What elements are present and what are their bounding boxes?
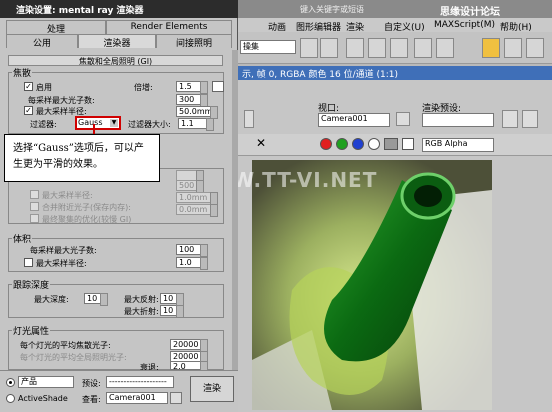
render-button[interactable]: 渲染 [190, 376, 234, 402]
rollout-caustics-gi[interactable]: 焦散和全局照明 (GI) [8, 55, 223, 66]
caustics-max-photons-spinner[interactable]: 300 [176, 94, 208, 107]
caustics-enable-label: 启用 [36, 83, 52, 92]
gi-merge-label: 合并附近光子(保存内存): [42, 203, 131, 212]
channel-dropdown[interactable]: RGB Alpha [422, 138, 494, 152]
tab-row-2: 公用 渲染器 间接照明 [0, 34, 238, 49]
render-frame-menu [244, 84, 544, 92]
volume-max-photons-label: 每采样最大光子数: [30, 246, 97, 255]
select-icon[interactable] [300, 38, 318, 58]
max-depth-label: 最大深度: [34, 295, 69, 304]
volume-max-photons-spinner[interactable]: 100 [176, 244, 208, 257]
volume-group-label: 体积 [12, 232, 33, 245]
dialog-title: 渲染设置: mental ray 渲染器 [0, 0, 238, 18]
view-dropdown[interactable]: Camera001 [106, 392, 168, 404]
caustics-max-radius-spinner[interactable]: 50.0mm [176, 106, 218, 119]
caustics-max-photons-label: 每采样最大光子数: [28, 96, 95, 105]
preset-label: 预设: [82, 379, 101, 388]
area-icon[interactable] [244, 110, 254, 128]
menu-maxscript[interactable]: MAXScript(M) [434, 20, 495, 30]
view-label: 查看: [82, 395, 101, 404]
render-preset-dropdown[interactable] [422, 113, 494, 127]
lock-icon[interactable] [396, 112, 410, 126]
activeshade-radio[interactable] [6, 394, 15, 403]
tab-row-1: 处理 Render Elements [0, 20, 238, 35]
max-reflections-label: 最大反射: [124, 295, 159, 304]
filter-size-label: 过滤器大小: [128, 120, 171, 129]
volume-max-radius-label: 最大采样半径: [36, 259, 87, 268]
tab-indirect-illumination[interactable]: 间接照明 [156, 34, 232, 49]
environment-icon[interactable] [522, 110, 538, 128]
gi-merge-spinner[interactable]: 1.0mm [176, 192, 218, 205]
light-properties-group-label: 灯光属性 [12, 324, 51, 337]
search-hint[interactable]: 键入关键字或短语 [300, 4, 364, 15]
production-dropdown[interactable]: 产品 [18, 376, 74, 388]
viewport-dropdown[interactable]: Camera001 [318, 113, 390, 127]
quick-render-icon[interactable] [526, 38, 544, 58]
caustic-photons-label: 每个灯光的平均焦散光子: [20, 341, 111, 350]
filter-size-spinner[interactable]: 1.1 [178, 118, 214, 131]
caustics-enable-checkbox[interactable]: ✓ [24, 82, 33, 91]
mirror-icon[interactable] [320, 38, 338, 58]
red-channel-icon[interactable] [320, 138, 332, 150]
production-radio[interactable] [6, 378, 15, 387]
selection-set-dropdown[interactable]: 操集 [240, 40, 296, 54]
align-icon[interactable] [346, 38, 364, 58]
filter-label: 过滤器: [30, 120, 57, 129]
render-frame-icon[interactable] [504, 38, 522, 58]
rendered-image [252, 160, 492, 410]
trace-depth-group-label: 跟踪深度 [12, 278, 51, 291]
preset-dropdown[interactable]: -------------------- [106, 376, 174, 388]
tab-processing[interactable]: 处理 [6, 20, 106, 35]
schematic-icon[interactable] [414, 38, 432, 58]
render-setup-icon[interactable] [502, 110, 518, 128]
max-depth-spinner[interactable]: 10 [84, 293, 108, 306]
chevron-down-icon[interactable]: ▼ [110, 119, 118, 127]
activeshade-label: ActiveShade [18, 394, 68, 403]
gi-max-radius-spinner[interactable]: 500 [176, 180, 204, 193]
tab-render-elements[interactable]: Render Elements [106, 20, 232, 34]
tab-common[interactable]: 公用 [6, 34, 78, 49]
gi-max-radius-label: 最大采样半径: [42, 191, 93, 200]
volume-max-radius-spinner[interactable]: 1.0 [176, 257, 208, 270]
max-menubar: 动画 图形编辑器 渲染 自定义(U) MAXScript(M) 帮助(H) [238, 18, 552, 33]
gi-max-radius-checkbox[interactable] [30, 190, 39, 199]
max-refractions-spinner[interactable]: 10 [160, 305, 184, 318]
caustics-max-radius-checkbox[interactable]: ✓ [24, 106, 33, 115]
gi-photons-label: 每个灯光的平均全局照明光子: [20, 353, 127, 362]
tutorial-callout: 选择“Gauss”选项后，可以产生更为平滑的效果。 [4, 134, 160, 182]
decay-spinner[interactable]: 2.0 [170, 361, 208, 374]
gi-merge-checkbox[interactable] [30, 202, 39, 211]
material-editor-icon[interactable] [436, 38, 454, 58]
render-setup-icon[interactable] [482, 38, 500, 58]
close-icon[interactable]: ✕ [256, 136, 266, 150]
gi-final-gather-checkbox[interactable] [30, 214, 39, 223]
dialog-scrollbar[interactable] [232, 50, 238, 370]
mono-icon[interactable] [384, 138, 398, 150]
layer-icon[interactable] [368, 38, 386, 58]
caustics-color-swatch[interactable] [212, 81, 224, 92]
caustics-group-label: 焦散 [12, 66, 33, 79]
render-frame-title: 示, 帧 0, RGBA 颜色 16 位/通道 (1:1) [238, 66, 552, 80]
gi-final-gather-label: 最终聚集的优化(较慢 GI) [42, 215, 132, 224]
max-refractions-label: 最大折射: [124, 307, 159, 316]
caustic-photons-spinner[interactable]: 20000 [170, 339, 208, 352]
gi-final-gather-spinner[interactable]: 0.0mm [176, 204, 218, 217]
green-channel-icon[interactable] [336, 138, 348, 150]
multiplier-spinner[interactable]: 1.5 [176, 81, 208, 94]
multiplier-label: 倍增: [134, 83, 153, 92]
blue-channel-icon[interactable] [352, 138, 364, 150]
clear-icon[interactable] [402, 138, 414, 150]
lock-view-icon[interactable] [170, 392, 182, 404]
volume-max-radius-checkbox[interactable] [24, 258, 33, 267]
max-reflections-spinner[interactable]: 10 [160, 293, 184, 306]
curve-editor-icon[interactable] [390, 38, 408, 58]
alpha-channel-icon[interactable] [368, 138, 380, 150]
tab-renderer[interactable]: 渲染器 [78, 34, 156, 49]
